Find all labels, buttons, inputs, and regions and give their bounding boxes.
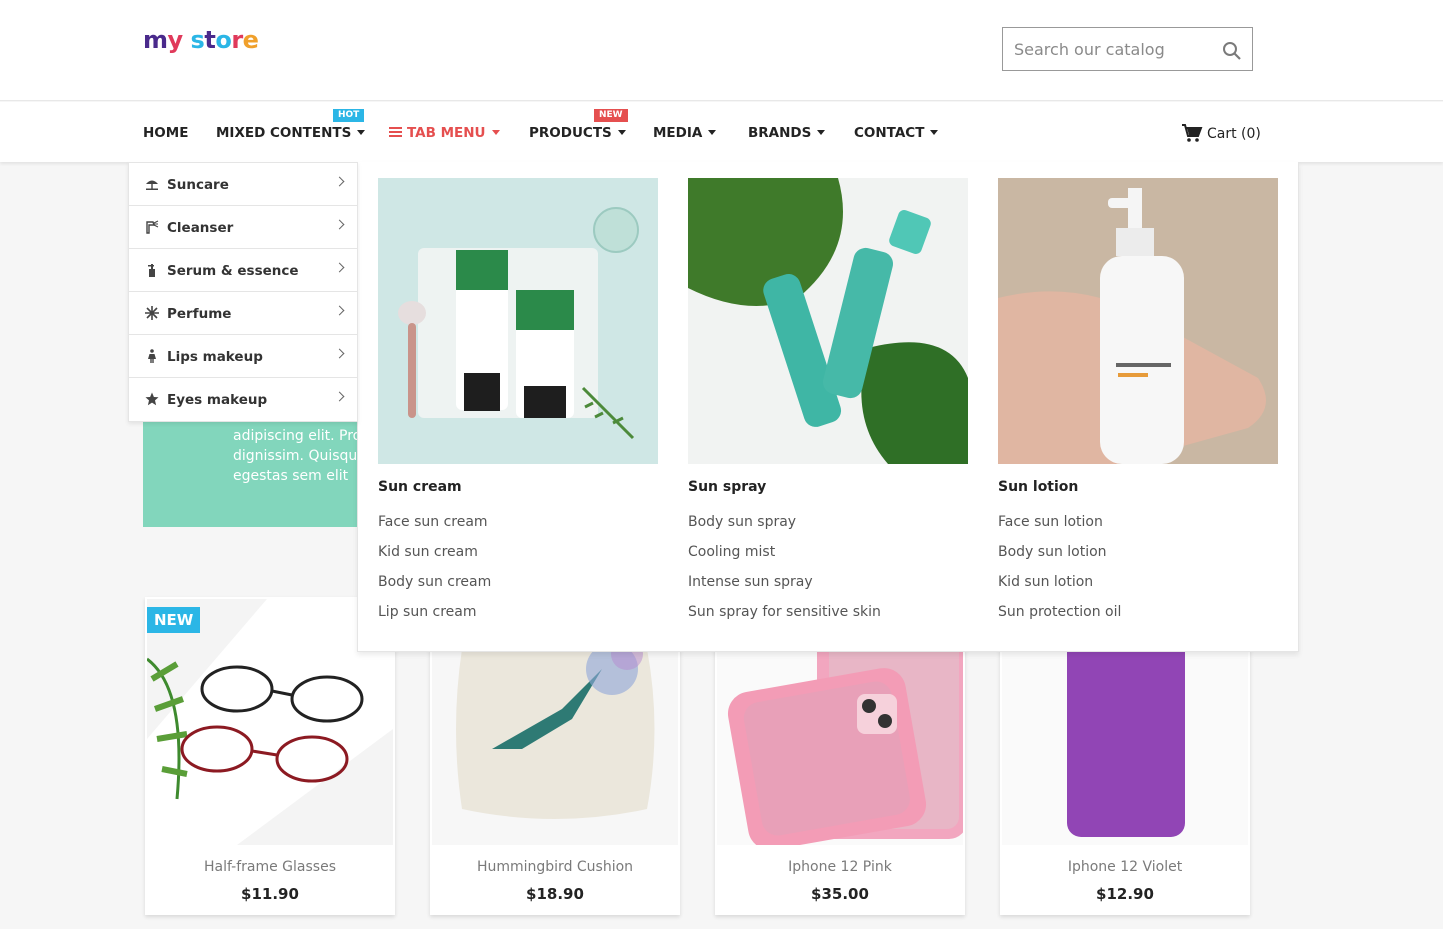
menu-link[interactable]: Lip sun cream	[378, 604, 491, 634]
menu-link[interactable]: Sun protection oil	[998, 604, 1121, 634]
new-badge: NEW	[594, 109, 628, 122]
nav-contact[interactable]: CONTACT	[854, 125, 939, 141]
column-title[interactable]: Sun lotion	[998, 479, 1078, 495]
category-sidebar: Suncare Cleanser Serum & essence Perfume…	[128, 162, 358, 422]
product-price: $11.90	[241, 885, 299, 903]
sidebar-item-lips-makeup[interactable]: Lips makeup	[129, 335, 357, 378]
sidebar-item-perfume[interactable]: Perfume	[129, 292, 357, 335]
chevron-right-icon	[334, 391, 345, 402]
nav-media[interactable]: MEDIA	[653, 125, 717, 141]
product-price: $18.90	[526, 885, 584, 903]
link-list: Face sun cream Kid sun cream Body sun cr…	[378, 514, 491, 634]
mega-column-sun-cream: Sun cream Face sun cream Kid sun cream B…	[378, 178, 658, 620]
sidebar-item-suncare[interactable]: Suncare	[129, 163, 357, 206]
search-box	[1002, 27, 1253, 71]
header: my store	[0, 0, 1443, 101]
menu-link[interactable]: Body sun spray	[688, 514, 881, 544]
caret-down-icon	[708, 130, 717, 135]
sun-spray-image[interactable]	[688, 178, 968, 464]
mega-column-sun-lotion: Sun lotion Face sun lotion Body sun loti…	[998, 178, 1278, 620]
column-title[interactable]: Sun spray	[688, 479, 766, 495]
chevron-right-icon	[334, 305, 345, 316]
nav-home[interactable]: HOME	[143, 125, 188, 141]
menu-link[interactable]: Face sun cream	[378, 514, 491, 544]
menu-bars-icon	[389, 127, 402, 137]
product-name[interactable]: Iphone 12 Pink	[715, 859, 965, 875]
store-logo[interactable]: my store	[143, 26, 259, 54]
sun-cream-image[interactable]	[378, 178, 658, 464]
sidebar-item-cleanser[interactable]: Cleanser	[129, 206, 357, 249]
menu-link[interactable]: Body sun lotion	[998, 544, 1121, 574]
female-figure-icon	[148, 349, 156, 363]
search-input[interactable]	[1003, 28, 1203, 70]
product-price: $12.90	[1096, 885, 1154, 903]
chevron-right-icon	[334, 176, 345, 187]
menu-link[interactable]: Cooling mist	[688, 544, 881, 574]
menu-link[interactable]: Kid sun cream	[378, 544, 491, 574]
snowflake-icon	[145, 306, 159, 320]
caret-down-icon	[357, 130, 366, 135]
chevron-right-icon	[334, 348, 345, 359]
star-icon	[145, 392, 159, 406]
nav-brands[interactable]: BRANDS	[748, 125, 826, 141]
nav-mixed-contents[interactable]: MIXED CONTENTS HOT	[216, 109, 366, 141]
menu-link[interactable]: Intense sun spray	[688, 574, 881, 604]
product-name[interactable]: Iphone 12 Violet	[1000, 859, 1250, 875]
caret-down-icon	[491, 130, 500, 135]
sun-lotion-image[interactable]	[998, 178, 1278, 464]
search-icon[interactable]	[1222, 41, 1242, 61]
menu-link[interactable]: Kid sun lotion	[998, 574, 1121, 604]
caret-down-icon	[930, 130, 939, 135]
product-price: $35.00	[811, 885, 869, 903]
dropper-bottle-icon	[148, 264, 155, 277]
sidebar-item-eyes-makeup[interactable]: Eyes makeup	[129, 378, 357, 421]
menu-link[interactable]: Body sun cream	[378, 574, 491, 604]
banner-text: adipiscing elit. Pro dignissim. Quisqu ege…	[233, 428, 362, 484]
spray-bottle-icon	[146, 220, 159, 234]
link-list: Body sun spray Cooling mist Intense sun …	[688, 514, 881, 634]
caret-down-icon	[617, 130, 626, 135]
hot-badge: HOT	[333, 109, 365, 122]
chevron-right-icon	[334, 219, 345, 230]
nav-tab-menu[interactable]: TAB MENU	[389, 125, 500, 141]
new-flag: NEW	[147, 607, 201, 633]
mega-column-sun-spray: Sun spray Body sun spray Cooling mist In…	[688, 178, 968, 620]
cart-link[interactable]: Cart (0)	[1181, 123, 1261, 143]
umbrella-beach-icon	[146, 180, 158, 190]
sidebar-item-serum-essence[interactable]: Serum & essence	[129, 249, 357, 292]
chevron-right-icon	[334, 262, 345, 273]
shopping-cart-icon	[1182, 124, 1203, 142]
main-nav: HOME MIXED CONTENTS HOT TAB MENU PRODUCT…	[0, 102, 1443, 162]
product-name[interactable]: Hummingbird Cushion	[430, 859, 680, 875]
nav-products[interactable]: PRODUCTS NEW	[529, 109, 628, 141]
menu-link[interactable]: Sun spray for sensitive skin	[688, 604, 881, 634]
column-title[interactable]: Sun cream	[378, 479, 462, 495]
menu-link[interactable]: Face sun lotion	[998, 514, 1121, 544]
mega-menu-panel: Sun cream Face sun cream Kid sun cream B…	[357, 162, 1299, 652]
product-name[interactable]: Half-frame Glasses	[145, 859, 395, 875]
caret-down-icon	[817, 130, 826, 135]
link-list: Face sun lotion Body sun lotion Kid sun …	[998, 514, 1121, 634]
